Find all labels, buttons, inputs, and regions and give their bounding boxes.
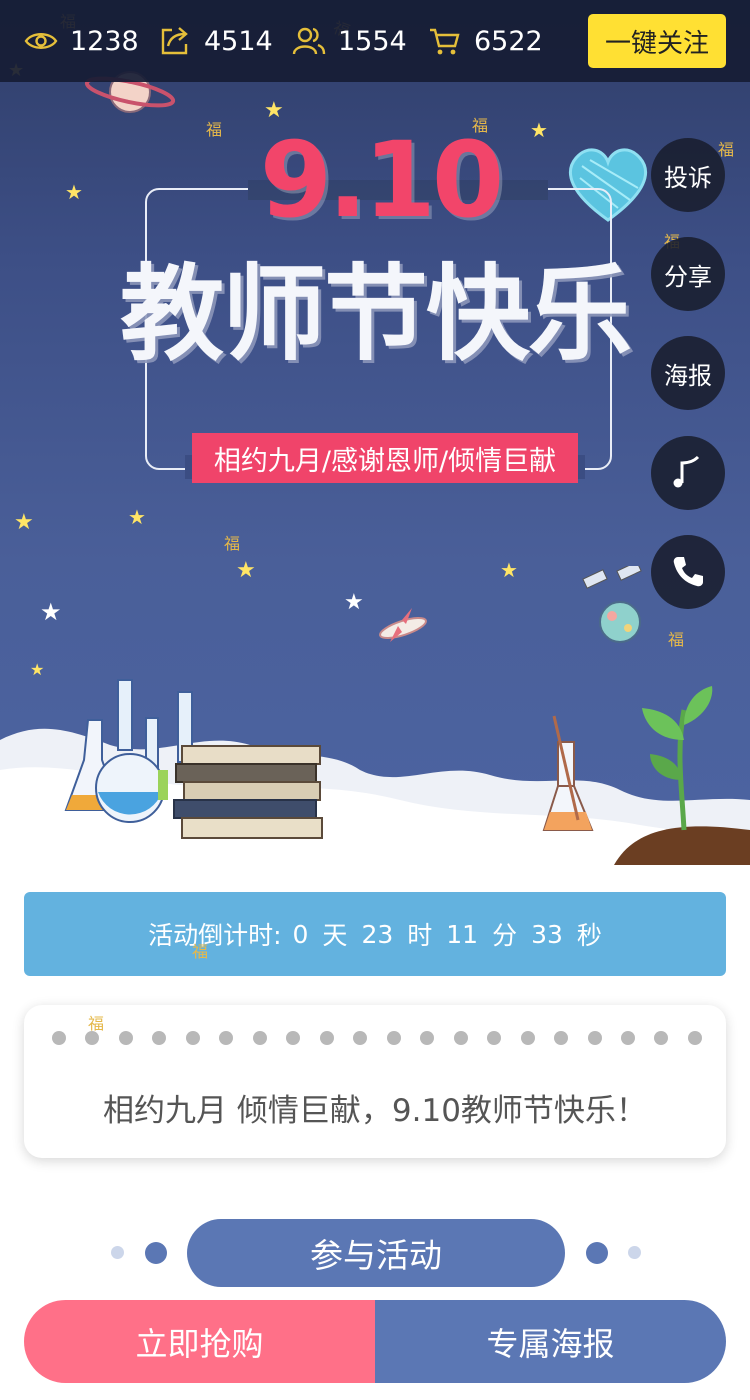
music-button[interactable] bbox=[651, 436, 725, 510]
banner-title: 教师节快乐 bbox=[119, 253, 632, 375]
star-decoration: ★ bbox=[14, 510, 34, 535]
banner-date: 9.10 bbox=[259, 119, 505, 241]
follow-button[interactable]: 一键关注 bbox=[588, 14, 726, 68]
poster-button[interactable]: 海报 bbox=[651, 336, 725, 410]
fu-decoration: 福 bbox=[224, 534, 241, 553]
dot bbox=[319, 1031, 334, 1045]
fu-decoration: 福 bbox=[192, 942, 209, 961]
star-decoration: ★ bbox=[500, 558, 518, 582]
orders-count: 6522 bbox=[474, 25, 543, 57]
plant-icon bbox=[614, 686, 750, 865]
star-decoration: ★ bbox=[40, 598, 62, 626]
dot bbox=[687, 1031, 702, 1045]
star-decoration: ★ bbox=[236, 558, 256, 583]
message-card: 相约九月 倾情巨献，9.10教师节快乐！ bbox=[24, 1005, 726, 1158]
complaint-button[interactable]: 投诉 bbox=[651, 138, 725, 212]
orders-stat: 6522 bbox=[428, 0, 543, 82]
dot bbox=[52, 1031, 66, 1045]
countdown-days-unit: 天 bbox=[322, 921, 348, 950]
countdown-days: 0 bbox=[292, 919, 309, 949]
dot bbox=[386, 1031, 401, 1045]
share-button[interactable]: 分享 bbox=[651, 237, 725, 311]
users-count: 1554 bbox=[338, 25, 407, 57]
dot bbox=[520, 1031, 535, 1045]
countdown-seconds-unit: 秒 bbox=[576, 921, 602, 950]
views-count: 1238 bbox=[70, 25, 139, 57]
books-icon bbox=[173, 745, 323, 839]
shares-count: 4514 bbox=[204, 25, 273, 57]
shares-stat: 4514 bbox=[158, 0, 273, 82]
dot bbox=[620, 1031, 635, 1045]
dot-decoration bbox=[586, 1242, 608, 1264]
star-decoration: ★ bbox=[530, 118, 548, 142]
dot bbox=[487, 1031, 502, 1045]
eye-icon bbox=[24, 33, 58, 49]
countdown-seconds: 33 bbox=[531, 919, 563, 949]
phone-button[interactable] bbox=[651, 535, 725, 609]
countdown-hours: 23 bbox=[361, 919, 394, 949]
dot bbox=[219, 1031, 234, 1045]
airplane-icon bbox=[379, 608, 427, 642]
countdown-label: 活动倒计时: bbox=[148, 921, 282, 950]
music-note-icon bbox=[673, 455, 700, 488]
dot bbox=[286, 1031, 301, 1045]
dot-decoration bbox=[111, 1246, 124, 1259]
fu-decoration: 福 bbox=[88, 1014, 105, 1033]
cart-icon bbox=[430, 28, 460, 55]
star-decoration: ★ bbox=[30, 660, 45, 679]
dot bbox=[353, 1031, 368, 1045]
dot bbox=[554, 1031, 569, 1045]
dot bbox=[118, 1031, 133, 1045]
dot-decoration bbox=[145, 1242, 167, 1264]
phone-icon bbox=[673, 557, 703, 587]
star-decoration: ★ bbox=[344, 590, 364, 615]
fu-decoration: 福 bbox=[206, 120, 223, 139]
beaker-icon bbox=[542, 715, 594, 831]
exclusive-poster-button[interactable]: 专属海报 bbox=[375, 1300, 726, 1383]
star-decoration: ★ bbox=[65, 180, 83, 204]
buy-now-button[interactable]: 立即抢购 bbox=[24, 1300, 375, 1383]
dot bbox=[654, 1031, 669, 1045]
countdown-minutes: 11 bbox=[446, 919, 479, 949]
views-stat: 1238 bbox=[24, 0, 139, 82]
dot bbox=[185, 1031, 200, 1045]
satellite-icon bbox=[582, 566, 642, 643]
countdown-hours-unit: 时 bbox=[407, 921, 433, 950]
dot bbox=[453, 1031, 468, 1045]
dot-decoration bbox=[628, 1246, 641, 1259]
share-icon bbox=[161, 27, 188, 55]
join-activity-button[interactable]: 参与活动 bbox=[187, 1219, 565, 1287]
message-text: 相约九月 倾情巨献，9.10教师节快乐！ bbox=[103, 1093, 647, 1129]
countdown-minutes-unit: 分 bbox=[492, 921, 518, 950]
countdown-banner: 活动倒计时: 0 天 23 时 11 分 33 秒 bbox=[24, 892, 726, 976]
dot bbox=[152, 1031, 167, 1045]
dot-border bbox=[52, 1031, 702, 1047]
fu-decoration: 福 bbox=[668, 630, 685, 649]
users-icon bbox=[292, 27, 326, 55]
dot bbox=[252, 1031, 267, 1045]
star-decoration: ★ bbox=[128, 505, 146, 529]
stats-bar: 1238 4514 1554 6522 一键关注 bbox=[0, 0, 750, 82]
dot bbox=[420, 1031, 435, 1045]
users-stat: 1554 bbox=[292, 0, 407, 82]
hero-banner: ★ ★ ★ ★ ★ ★ ★ ★ ★ ★ ★ 福 福 福 福 福 福 福 福 9.… bbox=[0, 0, 750, 865]
dot bbox=[587, 1031, 602, 1045]
banner-slogan: 相约九月/感谢恩师/倾情巨献 bbox=[192, 433, 578, 483]
